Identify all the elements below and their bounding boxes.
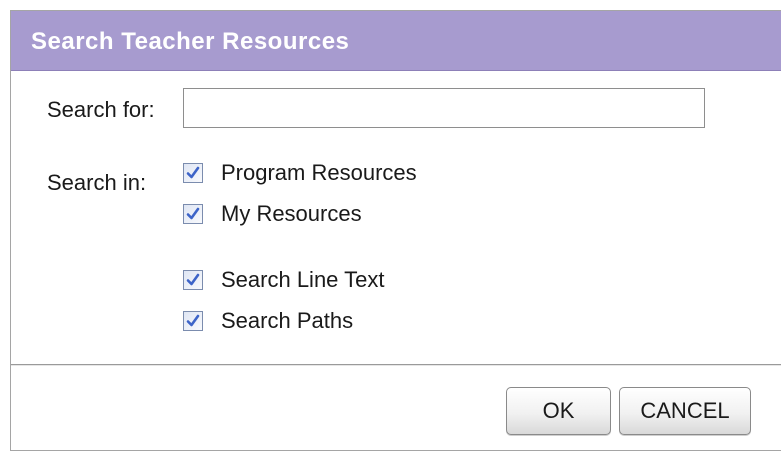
checkbox-my-resources[interactable]: My Resources	[183, 199, 362, 229]
checkbox-checked-icon[interactable]	[183, 270, 203, 290]
checkbox-search-line-text[interactable]: Search Line Text	[183, 265, 384, 295]
search-input[interactable]	[183, 88, 705, 128]
cancel-button[interactable]: CANCEL	[619, 387, 751, 435]
search-in-label: Search in:	[47, 170, 147, 195]
checkbox-checked-icon[interactable]	[183, 204, 203, 224]
checkbox-checked-icon[interactable]	[183, 311, 203, 331]
checkbox-search-paths[interactable]: Search Paths	[183, 306, 353, 336]
checkbox-label: My Resources	[221, 201, 362, 226]
checkbox-program-resources[interactable]: Program Resources	[183, 158, 417, 188]
checkbox-label: Search Paths	[221, 308, 354, 333]
ok-button[interactable]: OK	[506, 387, 611, 435]
search-for-label: Search for:	[47, 97, 155, 122]
page: Search Teacher Resources Search for: Sea…	[0, 0, 781, 458]
checkbox-label: Program Resources	[221, 160, 417, 185]
footer-divider	[11, 364, 781, 366]
checkbox-checked-icon[interactable]	[183, 163, 203, 183]
checkbox-label: Search Line Text	[221, 267, 385, 292]
dialog-title: Search Teacher Resources	[31, 28, 350, 55]
search-dialog: Search Teacher Resources Search for: Sea…	[10, 10, 781, 451]
dialog-titlebar: Search Teacher Resources	[11, 11, 781, 71]
